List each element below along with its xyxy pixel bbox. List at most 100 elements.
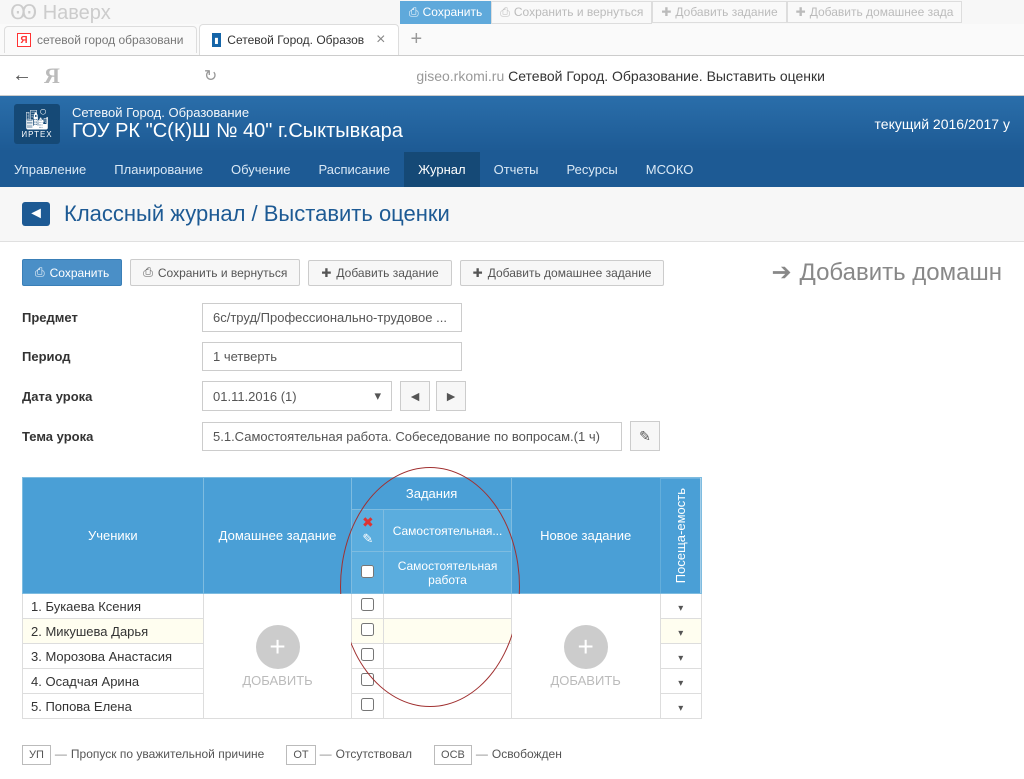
date-select[interactable]: 01.11.2016 (1)▾ bbox=[202, 381, 392, 411]
nav-msoko[interactable]: МСОКО bbox=[632, 152, 708, 187]
nav-management[interactable]: Управление bbox=[0, 152, 100, 187]
next-date-button[interactable]: ► bbox=[436, 381, 466, 411]
plus-icon: ✚ bbox=[473, 266, 483, 280]
reload-button[interactable]: ↻ bbox=[204, 66, 217, 86]
legend: УП—Пропуск по уважительной причине ОТ—От… bbox=[0, 729, 1024, 779]
plus-circle-icon: + bbox=[256, 625, 300, 669]
grade-cell[interactable] bbox=[384, 619, 512, 644]
date-label: Дата урока bbox=[22, 389, 202, 404]
tasks-header: Задания bbox=[352, 478, 511, 510]
topic-label: Тема урока bbox=[22, 429, 202, 444]
nav-journal[interactable]: Журнал bbox=[404, 152, 479, 187]
plus-icon: ✚ bbox=[321, 266, 331, 280]
period-label: Период bbox=[22, 349, 202, 364]
students-header: Ученики bbox=[23, 478, 204, 594]
student-name: 1. Букаева Ксения bbox=[23, 594, 204, 619]
task-checkbox[interactable] bbox=[352, 619, 384, 644]
favicon-irtech: ▮ bbox=[212, 33, 222, 47]
attendance-header: Посеща-емость bbox=[660, 478, 701, 594]
address-bar: ← Я ↻ giseo.rkomi.ru Сетевой Город. Обра… bbox=[0, 56, 1024, 96]
save-return-button[interactable]: ⎙Сохранить и вернуться bbox=[130, 259, 300, 286]
favicon-yandex: Я bbox=[17, 33, 31, 47]
save-button[interactable]: ⎙Сохранить bbox=[22, 259, 122, 286]
main-nav: Управление Планирование Обучение Расписа… bbox=[0, 152, 1024, 187]
add-homework-button[interactable]: ✚Добавить домашнее задание bbox=[460, 260, 665, 286]
grade-cell[interactable] bbox=[384, 694, 512, 719]
grades-grid-wrap: Ученики Домашнее задание Задания Новое з… bbox=[0, 467, 1024, 729]
nav-resources[interactable]: Ресурсы bbox=[553, 152, 632, 187]
task-name-header[interactable]: Самостоятельная... bbox=[384, 509, 512, 552]
bg-add-task-btn: ✚ Добавить задание bbox=[652, 1, 786, 23]
grades-table: Ученики Домашнее задание Задания Новое з… bbox=[22, 477, 702, 719]
task-checkbox[interactable] bbox=[352, 669, 384, 694]
legend-ot-box: ОТ bbox=[286, 745, 315, 765]
nav-reports[interactable]: Отчеты bbox=[480, 152, 553, 187]
back-button[interactable]: ← bbox=[12, 64, 32, 87]
breadcrumb-bar: ◄ Классный журнал / Выставить оценки bbox=[0, 187, 1024, 242]
tab-2-label: Сетевой Город. Образов bbox=[227, 33, 364, 47]
subject-select[interactable]: 6с/труд/Профессионально-трудовое ... bbox=[202, 303, 462, 332]
app-header: 🏙 ИРТЕХ Сетевой Город. Образование ГОУ Р… bbox=[0, 96, 1024, 152]
bg-save-return-btn: ⎙ Сохранить и вернуться bbox=[491, 1, 652, 24]
period-select[interactable]: 1 четверть bbox=[202, 342, 462, 371]
student-name: 3. Морозова Анастасия bbox=[23, 644, 204, 669]
legend-osv-box: ОСВ bbox=[434, 745, 472, 765]
filters-form: Предмет 6с/труд/Профессионально-трудовое… bbox=[0, 297, 1024, 467]
school-name: ГОУ РК "С(К)Ш № 40" г.Сыктывкара bbox=[72, 120, 875, 143]
attendance-select[interactable] bbox=[660, 644, 701, 669]
close-tab-icon[interactable]: × bbox=[376, 31, 385, 49]
new-task-header: Новое задание bbox=[511, 478, 660, 594]
nav-planning[interactable]: Планирование bbox=[100, 152, 217, 187]
grade-cell[interactable] bbox=[384, 594, 512, 619]
school-year: текущий 2016/2017 у bbox=[875, 116, 1010, 132]
add-task-cell[interactable]: + ДОБАВИТЬ bbox=[511, 594, 660, 719]
bg-save-btn: ⎙ Сохранить bbox=[400, 1, 491, 24]
bg-add-hw-btn: ✚ Добавить домашнее зада bbox=[787, 1, 963, 23]
task-checkbox[interactable] bbox=[352, 694, 384, 719]
arrow-right-icon: ➔ bbox=[771, 258, 791, 287]
browser-tabs: Я сетевой город образовани ▮ Сетевой Гор… bbox=[0, 24, 1024, 56]
attendance-select[interactable] bbox=[660, 694, 701, 719]
student-name: 5. Попова Елена bbox=[23, 694, 204, 719]
plus-circle-icon: + bbox=[564, 625, 608, 669]
grade-cell[interactable] bbox=[384, 669, 512, 694]
action-bar: ⎙Сохранить ⎙Сохранить и вернуться ✚Добав… bbox=[0, 242, 1024, 297]
attendance-select[interactable] bbox=[660, 669, 701, 694]
attendance-select[interactable] bbox=[660, 619, 701, 644]
yandex-logo[interactable]: Я bbox=[44, 63, 60, 89]
naverh-text: Ꙭ Наверх bbox=[10, 0, 400, 25]
table-row: 1. Букаева Ксения + ДОБАВИТЬ + ДОБАВИТЬ bbox=[23, 594, 702, 619]
homework-header: Домашнее задание bbox=[203, 478, 352, 594]
subject-label: Предмет bbox=[22, 310, 202, 325]
add-task-button[interactable]: ✚Добавить задание bbox=[308, 260, 451, 286]
save-icon: ⎙ bbox=[35, 265, 45, 280]
attendance-select[interactable] bbox=[660, 594, 701, 619]
browser-tab-1[interactable]: Я сетевой город образовани bbox=[4, 26, 197, 53]
select-all-checkbox[interactable] bbox=[352, 552, 384, 594]
save-icon: ⎙ bbox=[143, 265, 153, 280]
browser-tab-2[interactable]: ▮ Сетевой Город. Образов × bbox=[199, 24, 399, 55]
task-type-header: Самостоятельная работа bbox=[384, 552, 512, 594]
add-homework-cell[interactable]: + ДОБАВИТЬ bbox=[203, 594, 352, 719]
url-display[interactable]: giseo.rkomi.ru Сетевой Город. Образовани… bbox=[229, 68, 1012, 84]
irtech-logo: 🏙 ИРТЕХ bbox=[14, 104, 60, 144]
nav-learning[interactable]: Обучение bbox=[217, 152, 304, 187]
side-heading: ➔ Добавить домашн bbox=[771, 258, 1002, 287]
student-name: 4. Осадчая Арина bbox=[23, 669, 204, 694]
caret-down-icon: ▾ bbox=[374, 388, 381, 404]
delete-task-icon[interactable]: ✖✎ bbox=[352, 509, 384, 552]
task-checkbox[interactable] bbox=[352, 644, 384, 669]
topic-select[interactable]: 5.1.Самостоятельная работа. Собеседовани… bbox=[202, 422, 622, 451]
legend-up-box: УП bbox=[22, 745, 51, 765]
app-name: Сетевой Город. Образование bbox=[72, 105, 875, 120]
new-tab-button[interactable]: + bbox=[401, 28, 433, 51]
breadcrumb-text: Классный журнал / Выставить оценки bbox=[64, 201, 450, 227]
edit-topic-button[interactable]: ✎ bbox=[630, 421, 660, 451]
prev-date-button[interactable]: ◄ bbox=[400, 381, 430, 411]
nav-schedule[interactable]: Расписание bbox=[304, 152, 404, 187]
logo-building-icon: 🏙 bbox=[24, 110, 49, 130]
back-icon[interactable]: ◄ bbox=[22, 202, 50, 226]
background-toolbar: Ꙭ Наверх ⎙ Сохранить ⎙ Сохранить и верну… bbox=[0, 0, 1024, 24]
task-checkbox[interactable] bbox=[352, 594, 384, 619]
grade-cell[interactable] bbox=[384, 644, 512, 669]
